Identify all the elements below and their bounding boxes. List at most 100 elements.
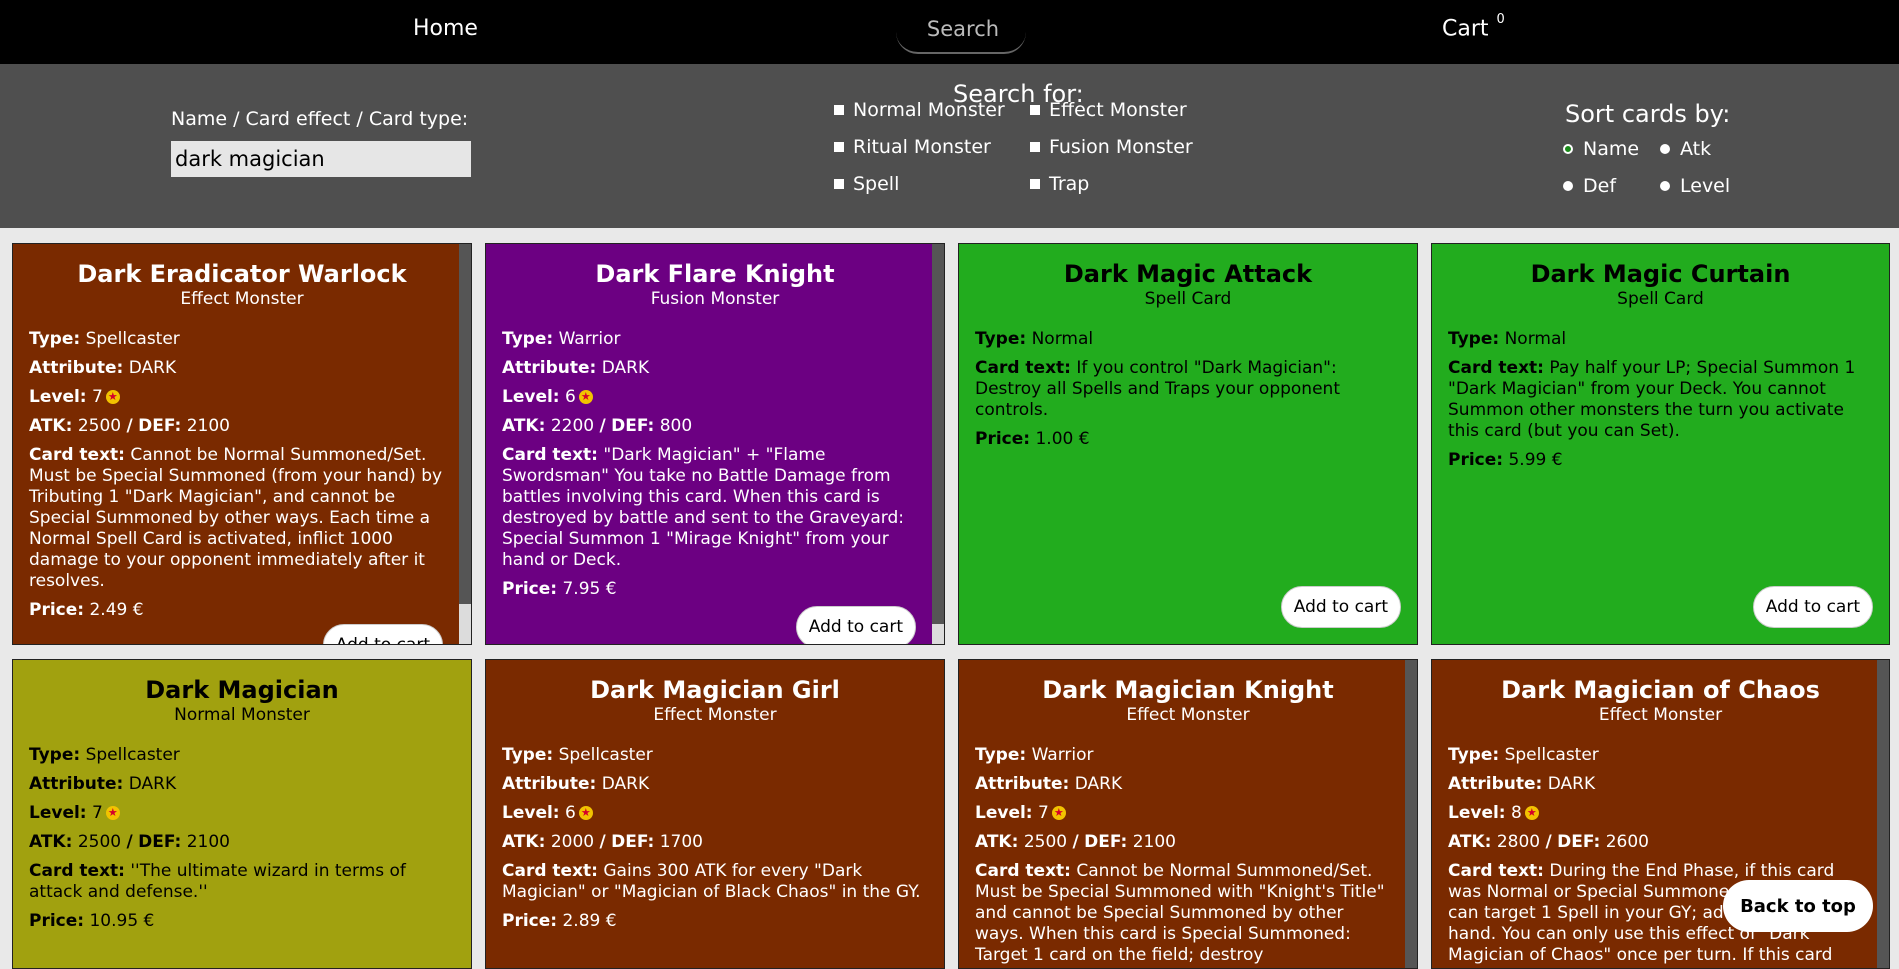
card-body: Type: Spellcaster Attribute: DARK Level:… [486, 745, 944, 932]
top-nav: Home Cart 0 [0, 0, 1899, 64]
card-text-row: Card text: ''The ultimate wizard in term… [29, 861, 406, 902]
radio-label: Def [1583, 175, 1617, 197]
card-stats-row: ATK: 2200 / DEF: 800 [502, 416, 693, 436]
card-dark-magician-girl: Dark Magician Girl Effect Monster Type: … [485, 659, 945, 969]
level-star-icon: ★ [578, 806, 593, 820]
level-star-icon: ★ [105, 806, 120, 820]
checkbox-spell[interactable]: Spell [834, 173, 899, 195]
checkbox-box [1030, 142, 1040, 152]
card-price-row: Price: 1.00 € [975, 429, 1090, 449]
card-stats-row: ATK: 2800 / DEF: 2600 [1448, 832, 1649, 852]
card-level-row: Level: 7 ★ [975, 803, 1389, 824]
card-scrollbar[interactable] [1877, 660, 1889, 968]
card-attribute-row: Attribute: DARK [502, 774, 650, 794]
nav-search-input[interactable] [896, 6, 1030, 52]
card-title: Dark Magic Curtain [1530, 260, 1791, 288]
card-kind: Spell Card [1144, 289, 1232, 309]
radio-label: Name [1583, 138, 1640, 160]
card-body: Type: Warrior Attribute: DARK Level: 7 ★ … [959, 745, 1417, 966]
nav-home-link[interactable]: Home [413, 16, 478, 41]
card-price-row: Price: 2.89 € [502, 911, 617, 931]
level-star-icon: ★ [1524, 806, 1539, 820]
card-attribute-row: Attribute: DARK [29, 358, 177, 378]
filter-bar: Name / Card effect / Card type: Search f… [0, 64, 1899, 228]
sort-radio-level[interactable]: Level [1660, 175, 1730, 197]
card-text-row: Card text: Gains 300 ATK for every "Dark… [502, 861, 921, 902]
card-attribute-row: Attribute: DARK [1448, 774, 1596, 794]
card-scrollbar-thumb[interactable] [932, 624, 944, 644]
card-type-row: Type: Spellcaster [1448, 745, 1599, 765]
card-level-row: Level: 6 ★ [502, 387, 916, 408]
checkbox-trap[interactable]: Trap [1030, 173, 1089, 195]
checkbox-label: Normal Monster [853, 99, 1005, 121]
card-title: Dark Eradicator Warlock [77, 260, 407, 288]
checkbox-label: Ritual Monster [853, 136, 991, 158]
card-kind: Effect Monster [653, 705, 777, 725]
back-to-top-button[interactable]: Back to top [1723, 880, 1873, 932]
add-to-cart-button[interactable]: Add to cart [1752, 586, 1873, 628]
card-kind: Spell Card [1617, 289, 1704, 309]
card-scrollbar[interactable] [1405, 660, 1417, 968]
level-star-icon: ★ [1051, 806, 1066, 820]
card-kind: Effect Monster [1126, 705, 1250, 725]
card-body: Type: Normal Card text: If you control "… [959, 329, 1417, 450]
add-to-cart-button[interactable]: Add to cart [1280, 586, 1401, 628]
card-stats-row: ATK: 2000 / DEF: 1700 [502, 832, 703, 852]
card-type-row: Type: Spellcaster [502, 745, 653, 765]
card-body: Type: Spellcaster Attribute: DARK Level:… [1432, 745, 1889, 966]
add-to-cart-button[interactable]: Add to cart [795, 606, 916, 644]
card-dark-magic-attack: Dark Magic Attack Spell Card Type: Norma… [958, 243, 1418, 645]
level-star-icon: ★ [105, 390, 120, 404]
checkbox-normal-monster[interactable]: Normal Monster [834, 99, 1005, 121]
checkbox-effect-monster[interactable]: Effect Monster [1030, 99, 1187, 121]
card-scrollbar-thumb[interactable] [459, 604, 471, 644]
card-kind: Effect Monster [180, 289, 304, 309]
sort-radio-def[interactable]: Def [1563, 175, 1616, 197]
radio-label: Atk [1680, 138, 1712, 160]
radio-dot [1660, 181, 1670, 191]
card-type-row: Type: Warrior [502, 329, 621, 349]
sort-title: Sort cards by: [1565, 100, 1731, 128]
card-price-row: Price: 2.49 € [29, 600, 144, 620]
checkbox-ritual-monster[interactable]: Ritual Monster [834, 136, 991, 158]
card-attribute-row: Attribute: DARK [502, 358, 650, 378]
card-title: Dark Flare Knight [595, 260, 835, 288]
add-to-cart-button[interactable]: Add to cart [322, 624, 443, 644]
card-type-row: Type: Normal [975, 329, 1094, 349]
checkbox-fusion-monster[interactable]: Fusion Monster [1030, 136, 1193, 158]
card-body: Type: Spellcaster Attribute: DARK Level:… [13, 745, 471, 932]
card-dark-magician: Dark Magician Normal Monster Type: Spell… [12, 659, 472, 969]
card-dark-flare-knight: Dark Flare Knight Fusion Monster Type: W… [485, 243, 945, 645]
level-star-icon: ★ [578, 390, 593, 404]
checkbox-box [834, 105, 844, 115]
checkbox-label: Trap [1049, 173, 1090, 195]
card-kind: Effect Monster [1598, 705, 1723, 725]
card-level-row: Level: 6 ★ [502, 803, 928, 824]
card-dark-eradicator-warlock: Dark Eradicator Warlock Effect Monster T… [12, 243, 472, 645]
checkbox-box [1030, 179, 1040, 189]
card-body: Type: Normal Card text: Pay half your LP… [1432, 329, 1889, 471]
checkbox-box [1030, 105, 1040, 115]
radio-dot-selected [1563, 144, 1573, 154]
card-title: Dark Magician Girl [590, 676, 840, 704]
card-type-row: Type: Spellcaster [29, 329, 180, 349]
name-filter-input[interactable] [171, 141, 471, 177]
card-scrollbar[interactable] [459, 244, 471, 644]
card-text-row: Card text: Cannot be Normal Summoned/Set… [975, 861, 1385, 965]
sort-radio-atk[interactable]: Atk [1660, 138, 1711, 160]
card-stats-row: ATK: 2500 / DEF: 2100 [29, 416, 230, 436]
sort-radio-name[interactable]: Name [1563, 138, 1639, 160]
card-text-row: Card text: Cannot be Normal Summoned/Set… [29, 445, 443, 591]
nav-search-box [896, 6, 1030, 54]
card-text-row: Card text: Pay half your LP; Special Sum… [1448, 358, 1856, 441]
name-filter-label: Name / Card effect / Card type: [171, 108, 469, 130]
card-level-row: Level: 7 ★ [29, 387, 443, 408]
radio-dot [1563, 181, 1573, 191]
card-body: Type: Spellcaster Attribute: DARK Level:… [13, 329, 471, 621]
card-attribute-row: Attribute: DARK [975, 774, 1123, 794]
card-scrollbar[interactable] [932, 244, 944, 644]
nav-cart-link[interactable]: Cart 0 [1442, 12, 1505, 41]
card-type-row: Type: Warrior [975, 745, 1094, 765]
card-body: Type: Warrior Attribute: DARK Level: 6 ★ … [486, 329, 944, 600]
card-dark-magician-knight: Dark Magician Knight Effect Monster Type… [958, 659, 1418, 969]
